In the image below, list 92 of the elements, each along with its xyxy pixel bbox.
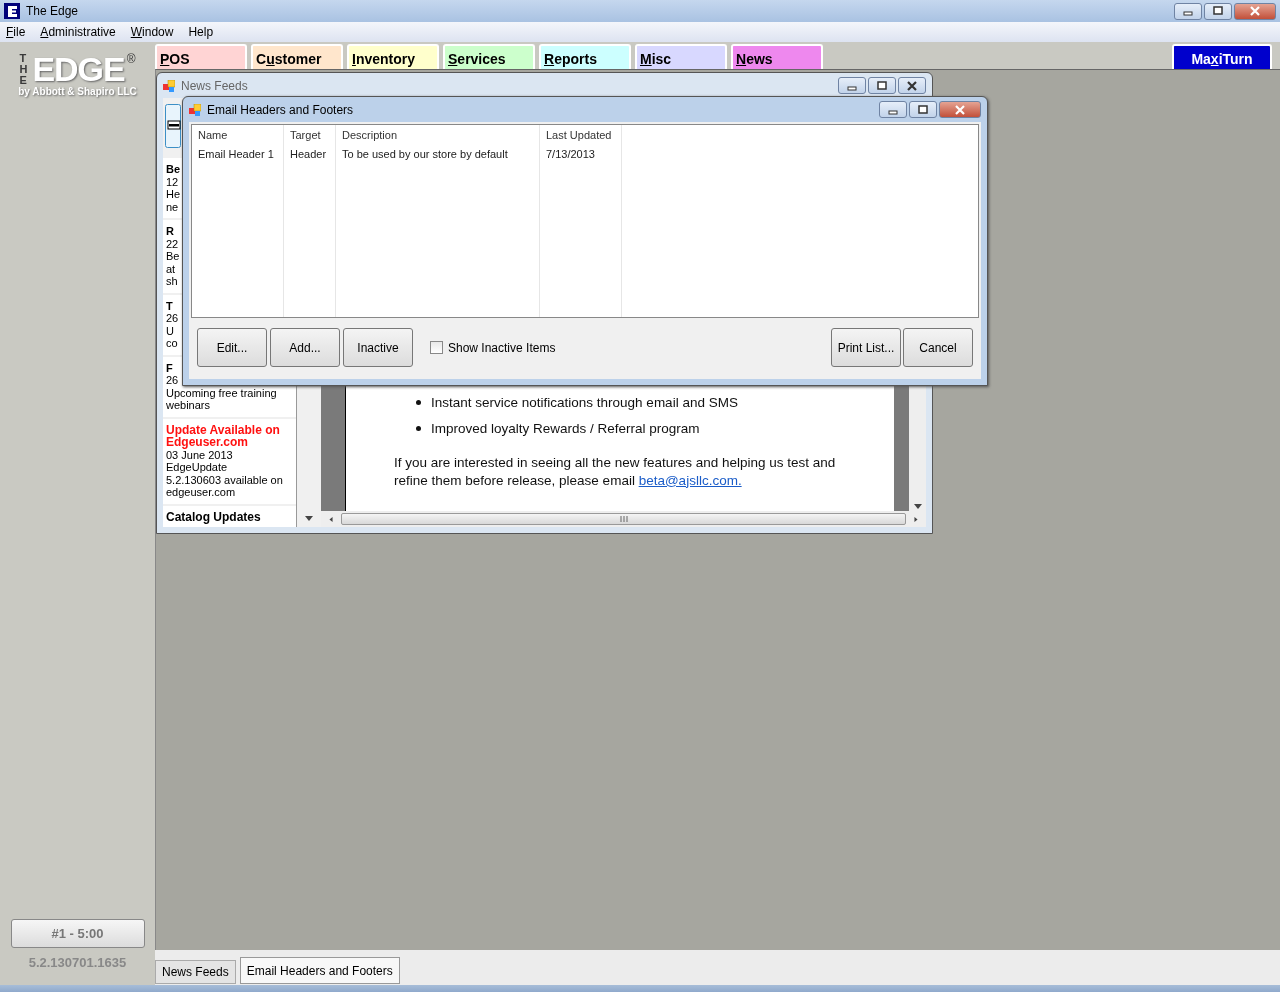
module-tab[interactable]: News — [731, 44, 823, 69]
table-cell-text: Email Header 1 — [197, 147, 275, 162]
minimize-button[interactable] — [1174, 2, 1202, 20]
news-title: Catalog Updates — [166, 510, 261, 523]
scroll-right-icon — [912, 516, 920, 522]
news-text: 03 June 2013 — [166, 448, 233, 461]
module-tab[interactable]: Inventory — [347, 44, 439, 69]
news-text: sh — [166, 275, 178, 288]
menu-item[interactable]: Administrative — [40, 25, 116, 39]
menu-item[interactable]: File — [6, 25, 26, 39]
logo-tagline: by Abbott & Shapiro LLC — [18, 86, 137, 97]
maximize-icon — [876, 80, 888, 91]
news-text: webinars — [166, 399, 211, 412]
dialog-button[interactable]: Cancel — [903, 328, 973, 367]
scroll-left-icon — [327, 516, 335, 522]
news-text: ne — [166, 200, 179, 213]
news-title: Update Available on Edgeuser.com — [166, 423, 281, 449]
scroll-down-icon — [913, 504, 922, 509]
minimize-button[interactable] — [879, 101, 907, 118]
news-text: Be — [166, 163, 181, 176]
news-item[interactable]: Update Available on Edgeuser.com 03 June 2013 EdgeUpdate 5.2.130603 available on edgeuser.com — [163, 418, 296, 504]
table-cell-text: Header — [289, 147, 328, 162]
news-text: edgeuser.com — [166, 486, 236, 499]
news-text: Be — [166, 250, 180, 263]
column-header[interactable]: Last Updated — [540, 125, 622, 146]
form-icon — [163, 79, 175, 92]
news-text: R — [166, 225, 174, 238]
news-text: 22 — [166, 237, 179, 250]
news-text: 26 — [166, 374, 179, 387]
close-button[interactable] — [898, 77, 926, 94]
news-text: He — [166, 188, 181, 201]
minimize-button[interactable] — [838, 77, 866, 94]
bullet-icon — [416, 425, 421, 431]
window-tab[interactable]: Email Headers and Footers — [239, 957, 400, 984]
bullet-text: Improved loyalty Rewards / Referral program — [431, 420, 700, 436]
news-text: F — [166, 361, 173, 374]
table-cell-text: To be used by our store by default — [341, 147, 509, 162]
checkbox-label: Show Inactive Items — [448, 340, 556, 355]
menu-item[interactable]: Window — [130, 25, 174, 39]
module-tab[interactable]: Misc — [635, 44, 727, 69]
maximize-icon — [1212, 6, 1224, 16]
window-title: The Edge — [26, 4, 80, 18]
version-label: 5.2.130701.1635 — [28, 955, 127, 970]
module-tab[interactable]: POS — [155, 44, 247, 69]
logo-text: EDGE — [32, 52, 125, 86]
table-cell-text: 7/13/2013 — [545, 147, 596, 162]
window-title: Email Headers and Footers — [207, 102, 355, 117]
column-header[interactable]: Description — [336, 125, 540, 146]
form-icon — [189, 103, 201, 116]
scroll-down-icon — [305, 516, 313, 521]
news-text: 26 — [166, 312, 179, 325]
news-text: co — [166, 337, 178, 350]
column-header[interactable]: Target — [284, 125, 336, 146]
station-button[interactable]: #1 - 5:00 — [10, 919, 145, 948]
news-text: at — [166, 262, 176, 275]
column-header[interactable]: Name — [192, 125, 284, 146]
news-text: U — [166, 324, 174, 337]
checkbox[interactable] — [430, 341, 443, 354]
close-button[interactable] — [939, 101, 981, 118]
paragraph: If you are interested in seeing all the new features and helping us test and refine them before release, please email beta@ajsllc.com. — [394, 453, 837, 490]
news-text: EdgeUpdate — [166, 461, 228, 474]
module-tab[interactable]: Customer — [251, 44, 343, 69]
close-icon — [954, 104, 966, 115]
menu-item[interactable]: Help — [188, 25, 214, 39]
maximize-icon — [917, 104, 929, 115]
news-text: Upcoming free training — [166, 386, 277, 399]
bullet-icon — [416, 399, 421, 405]
email-link[interactable]: beta@ajsllc.com. — [638, 472, 742, 488]
maximize-button[interactable] — [868, 77, 896, 94]
bullet-text: Instant service notifications through email and SMS — [431, 394, 738, 410]
dialog-button[interactable]: Print List... — [831, 328, 901, 367]
grip-icon — [619, 516, 628, 522]
logo-text: THE — [19, 52, 29, 86]
news-text: 5.2.130603 available on — [166, 473, 283, 486]
news-item[interactable]: Catalog Updates — [163, 505, 296, 527]
app-icon — [4, 3, 20, 19]
module-tab[interactable]: Services — [443, 44, 535, 69]
maximize-button[interactable] — [1204, 2, 1232, 20]
module-tab[interactable]: Reports — [539, 44, 631, 69]
horizontal-scrollbar[interactable] — [321, 511, 926, 527]
news-text: T — [166, 299, 173, 312]
dialog-button[interactable]: Inactive — [343, 328, 413, 367]
close-icon — [906, 80, 918, 91]
window-tab[interactable]: News Feeds — [155, 960, 236, 984]
dialog-button[interactable]: Add... — [270, 328, 340, 367]
registered-mark: ® — [126, 52, 136, 66]
maximize-button[interactable] — [909, 101, 937, 118]
dialog-button[interactable]: Edit... — [197, 328, 267, 367]
close-icon — [1249, 6, 1261, 16]
maxiturn-button[interactable]: MaxiTurn — [1172, 44, 1272, 69]
news-text: 12 — [166, 175, 179, 188]
window-title: News Feeds — [181, 78, 249, 93]
